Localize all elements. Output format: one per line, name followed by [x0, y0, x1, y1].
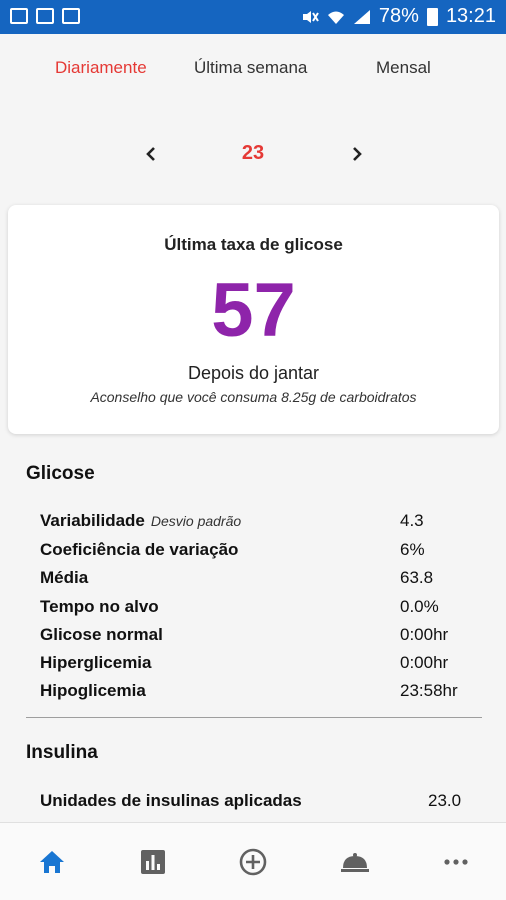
- stat-value: 23:58hr: [400, 681, 458, 700]
- stat-row-normal-glucose: Glicose normal 0:00hr: [40, 625, 480, 651]
- stat-label: Hiperglicemia: [40, 653, 152, 672]
- home-icon[interactable]: [37, 847, 67, 877]
- stat-row-hypoglycemia: Hipoglicemia 23:58hr: [40, 681, 480, 707]
- stat-value: 23.0: [428, 791, 462, 810]
- stat-row-hyperglycemia: Hiperglicemia 0:00hr: [40, 653, 480, 679]
- status-bar: 78% 13:21: [0, 0, 506, 34]
- glucose-section-title: Glicose: [26, 463, 95, 484]
- notification-icons: [10, 8, 80, 24]
- glucose-value: 57: [211, 268, 296, 353]
- tab-daily[interactable]: Diariamente: [55, 58, 147, 78]
- selected-date: 23: [241, 142, 265, 164]
- chevron-right-icon[interactable]: [347, 142, 367, 166]
- image-notification-icon: [10, 8, 28, 24]
- stat-value: 0:00hr: [400, 653, 449, 672]
- stat-row-average: Média 63.8: [40, 568, 480, 594]
- clock: 13:21: [445, 5, 496, 27]
- tab-monthly[interactable]: Mensal: [376, 58, 431, 78]
- signal-icon: [353, 9, 370, 24]
- latest-glucose-card: Última taxa de glicose 57 Depois do jant…: [8, 205, 499, 434]
- stat-label: Unidades de insulinas aplicadas: [40, 791, 302, 810]
- stat-label: Tempo no alvo: [40, 597, 159, 616]
- period-tabs: Diariamente Última semana Mensal: [0, 58, 506, 90]
- stat-value: 0.0%: [400, 597, 439, 616]
- meal-context: Depois do jantar: [187, 363, 320, 383]
- bar-chart-icon[interactable]: [138, 847, 168, 877]
- wifi-icon: [327, 11, 344, 24]
- stat-value: 63.8: [400, 568, 434, 587]
- meal-cloche-icon[interactable]: [340, 847, 370, 877]
- gallery-notification-icon: [36, 8, 54, 24]
- stat-value: 0:00hr: [400, 625, 449, 644]
- system-status: 78% 13:21: [301, 5, 496, 28]
- stat-row-insulin-units: Unidades de insulinas aplicadas 23.0: [40, 791, 480, 817]
- date-navigator: 23: [0, 140, 506, 170]
- bottom-navigation: [0, 822, 506, 900]
- stat-label: Variabilidade Desvio padrão: [40, 511, 241, 531]
- card-title: Última taxa de glicose: [164, 235, 343, 254]
- stat-label: Coeficiência de variação: [40, 540, 239, 559]
- stat-row-coefficient: Coeficiência de variação 6%: [40, 540, 480, 566]
- stat-label: Glicose normal: [40, 625, 163, 644]
- stat-label: Hipoglicemia: [40, 681, 146, 700]
- more-icon[interactable]: [441, 847, 471, 877]
- mute-icon: [302, 10, 319, 23]
- stat-label: Média: [40, 568, 89, 587]
- stat-value: 6%: [400, 540, 425, 559]
- stat-sublabel: Desvio padrão: [150, 513, 242, 529]
- stat-value: 4.3: [400, 511, 424, 530]
- stat-label-text: Variabilidade: [40, 511, 145, 530]
- battery-icon: [426, 7, 438, 26]
- insulin-section-title: Insulina: [26, 742, 98, 763]
- clipboard-notification-icon: [62, 8, 80, 24]
- stat-row-time-in-target: Tempo no alvo 0.0%: [40, 597, 480, 623]
- battery-percent: 78%: [378, 5, 419, 27]
- section-divider: [26, 717, 482, 718]
- stat-row-variability: Variabilidade Desvio padrão 4.3: [40, 511, 480, 537]
- carb-advice: Aconselho que você consuma 8.25g de carb…: [90, 389, 417, 405]
- tab-last-week[interactable]: Última semana: [194, 58, 307, 78]
- add-circle-icon[interactable]: [238, 847, 268, 877]
